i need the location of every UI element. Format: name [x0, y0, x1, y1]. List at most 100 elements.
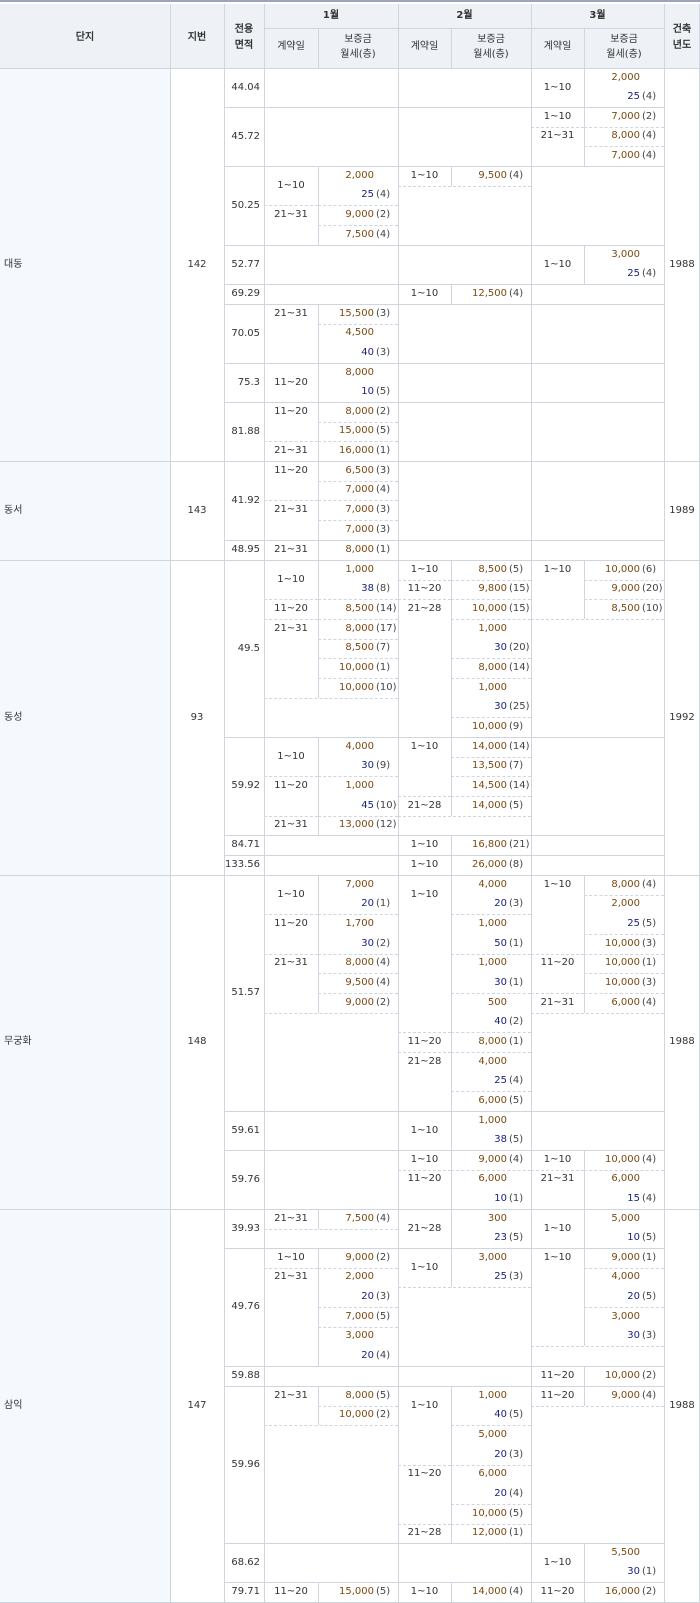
floor-number: (3) [376, 1291, 391, 1303]
column-divider [224, 4, 225, 1602]
built-year: 1988 [669, 258, 695, 270]
monthly-rent: 40 [361, 347, 374, 359]
day-divider [584, 1543, 585, 1583]
day-separator [398, 1051, 451, 1053]
monthly-rent: 20 [494, 898, 507, 910]
contract-day: 1~10 [410, 740, 439, 752]
day-divider [318, 1386, 319, 1426]
floor-number: (4) [376, 228, 391, 240]
entry-separator [318, 638, 398, 640]
built-year: 1988 [669, 1036, 695, 1047]
contract-day: 1~10 [543, 81, 572, 93]
month-block-bottom [398, 1150, 531, 1152]
entry-separator [584, 953, 664, 955]
monthly-rent: 20 [361, 1291, 374, 1303]
floor-number: (1) [642, 1251, 657, 1263]
header-month-1: 1월 [322, 10, 340, 21]
floor-number: (2) [376, 996, 391, 1008]
deposit-amount: 13,500 [472, 760, 507, 772]
month-block-bottom [398, 1287, 531, 1289]
deposit-amount: 500 [487, 996, 507, 1008]
deposit-amount: 7,000 [345, 484, 374, 496]
monthly-rent: 30 [494, 642, 507, 654]
entry-separator [584, 1306, 664, 1308]
floor-number: (4) [509, 1585, 524, 1597]
contract-day: 21~31 [274, 543, 308, 555]
day-divider [584, 560, 585, 619]
contract-day: 1~10 [277, 750, 305, 762]
header-lot-number: 지번 [187, 32, 207, 43]
entry-separator [584, 894, 664, 896]
contract-day: 1~10 [543, 563, 572, 575]
month-block-bottom [531, 618, 664, 620]
contract-day: 1~10 [543, 1556, 572, 1568]
contract-day: 11~20 [540, 1369, 575, 1381]
monthly-rent: 45 [361, 799, 374, 811]
floor-number: (4) [509, 1075, 524, 1087]
day-divider [318, 560, 319, 698]
contract-day: 1~10 [277, 573, 305, 585]
column-divider [170, 4, 171, 1602]
entry-separator [318, 618, 398, 620]
day-separator [531, 1169, 584, 1171]
entry-separator [318, 815, 398, 817]
contract-day: 21~31 [274, 209, 308, 221]
entry-separator [318, 500, 398, 502]
day-separator [398, 1032, 451, 1034]
floor-number: (4) [642, 996, 657, 1008]
floor-number: (9) [509, 721, 524, 733]
day-separator [398, 599, 451, 601]
month-block-bottom [398, 736, 531, 738]
day-divider [584, 1248, 585, 1347]
contract-day: 1~10 [410, 563, 439, 575]
floor-number: (10) [376, 681, 397, 693]
monthly-rent: 25 [494, 1075, 507, 1087]
entry-separator [318, 973, 398, 975]
floor-number: (5) [642, 1291, 657, 1303]
day-divider [451, 835, 452, 855]
month-block-bottom [531, 1346, 664, 1348]
built-year: 1992 [669, 711, 695, 723]
table-top-border [0, 0, 700, 2]
entry-separator [318, 323, 398, 325]
header-bottom-line [0, 68, 700, 69]
monthly-rent: 38 [494, 1134, 507, 1146]
deposit-amount: 8,500 [611, 603, 640, 615]
deposit-amount: 1,000 [478, 957, 507, 969]
monthly-rent: 30 [361, 937, 374, 949]
contract-day: 1~10 [277, 888, 305, 900]
header-contract-day: 계약일 [543, 41, 572, 52]
floor-number: (4) [642, 130, 657, 142]
monthly-rent: 38 [361, 583, 374, 595]
day-divider [451, 1150, 452, 1209]
day-divider [584, 1582, 585, 1602]
entry-separator [451, 1169, 531, 1171]
floor-number: (4) [376, 189, 391, 201]
entry-separator [318, 480, 398, 482]
deposit-amount: 3,000 [345, 1330, 374, 1342]
contract-day: 21~31 [274, 445, 308, 457]
contract-day: 1~10 [410, 858, 439, 870]
monthly-rent: 25 [494, 1271, 507, 1283]
month-block-bottom [531, 284, 664, 286]
floor-number: (5) [376, 1585, 391, 1597]
area-value: 75.3 [237, 376, 260, 388]
contract-day: 1~10 [410, 1261, 439, 1273]
deposit-amount: 1,000 [478, 622, 507, 634]
deposit-amount: 9,000 [345, 996, 374, 1008]
entry-separator [451, 579, 531, 581]
month-block-bottom [264, 362, 398, 364]
floor-number: (20) [642, 583, 663, 595]
day-divider [318, 1209, 319, 1229]
monthly-rent: 20 [361, 1350, 374, 1362]
entry-separator [318, 1326, 398, 1328]
deposit-amount: 5,000 [478, 1429, 507, 1441]
contract-day: 11~20 [407, 583, 442, 595]
month-block-bottom [264, 697, 398, 699]
floor-number: (3) [376, 347, 391, 359]
day-divider [584, 68, 585, 108]
header-deposit: 월세(층) [606, 49, 642, 60]
floor-number: (8) [376, 583, 391, 595]
month-block-bottom [264, 1012, 398, 1014]
contract-day: 11~20 [540, 1389, 575, 1401]
